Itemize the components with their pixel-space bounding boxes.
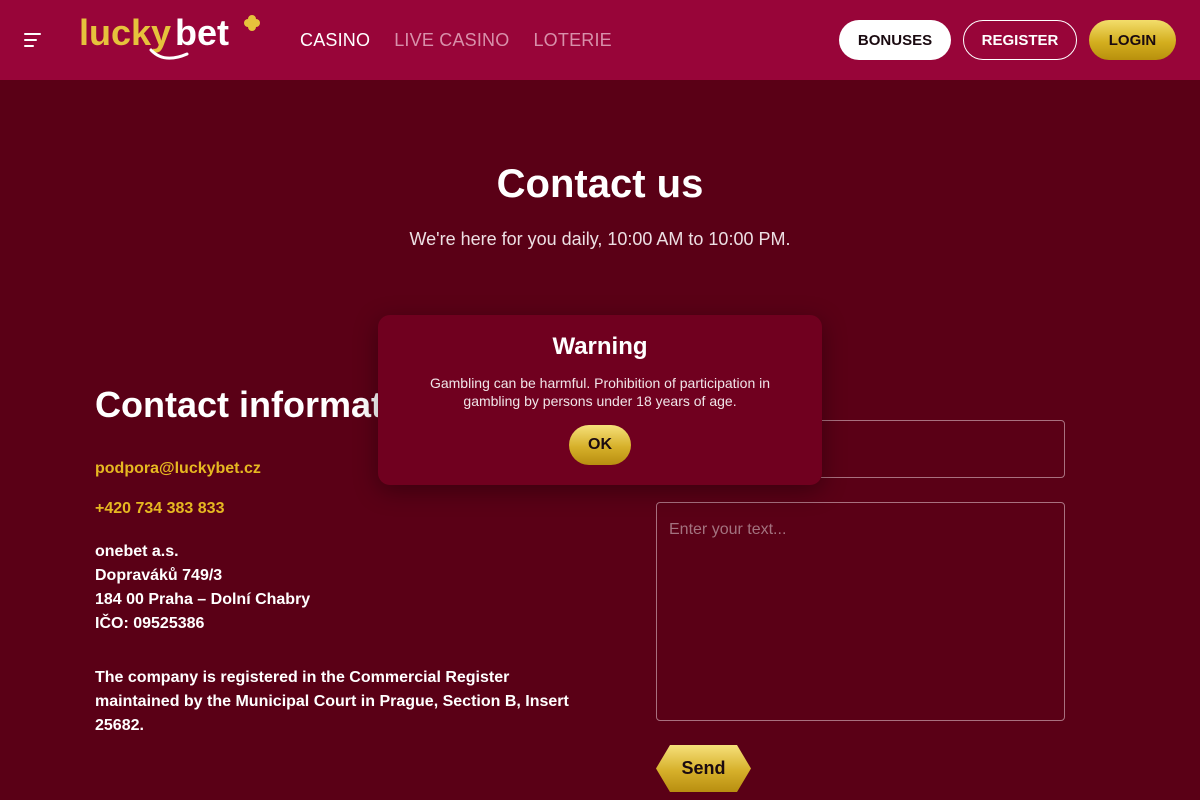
main-nav: CASINO LIVE CASINO LOTERIE — [300, 30, 612, 51]
hamburger-menu-icon[interactable] — [24, 33, 41, 47]
logo-text-lucky: lucky — [79, 12, 171, 53]
ok-button[interactable]: OK — [569, 425, 631, 465]
address-street: Dopraváků 749/3 — [95, 567, 223, 584]
warning-modal: Warning Gambling can be harmful. Prohibi… — [378, 315, 822, 485]
nav-live-casino[interactable]: LIVE CASINO — [394, 30, 509, 51]
bonuses-button[interactable]: BONUSES — [839, 20, 951, 60]
address-city: 184 00 Praha – Dolní Chabry — [95, 591, 311, 608]
contact-email-link[interactable]: podpora@luckybet.cz — [95, 460, 261, 478]
company-address: onebet a.s. Dopraváků 749/3 184 00 Praha… — [95, 540, 310, 636]
top-header: lucky bet CASINO LIVE CASINO LOTERIE BON… — [0, 0, 1200, 80]
modal-title: Warning — [552, 333, 648, 360]
registration-note: The company is registered in the Commerc… — [95, 669, 569, 734]
register-button[interactable]: REGISTER — [963, 20, 1077, 60]
luckybet-logo[interactable]: lucky bet — [79, 12, 264, 64]
login-button[interactable]: LOGIN — [1089, 20, 1176, 60]
logo-text-bet: bet — [175, 12, 229, 53]
page-subtitle: We're here for you daily, 10:00 AM to 10… — [409, 229, 791, 249]
page-title: Contact us — [496, 162, 704, 206]
company-id: IČO: 09525386 — [95, 615, 205, 632]
clover-icon — [244, 15, 260, 31]
message-textarea[interactable] — [656, 502, 1065, 721]
modal-message: Gambling can be harmful. Prohibition of … — [429, 375, 771, 409]
nav-loterie[interactable]: LOTERIE — [533, 30, 611, 51]
nav-casino[interactable]: CASINO — [300, 30, 370, 51]
company-name: onebet a.s. — [95, 543, 179, 560]
contact-phone-link[interactable]: +420 734 383 833 — [95, 500, 224, 518]
send-button[interactable]: Send — [656, 745, 751, 792]
